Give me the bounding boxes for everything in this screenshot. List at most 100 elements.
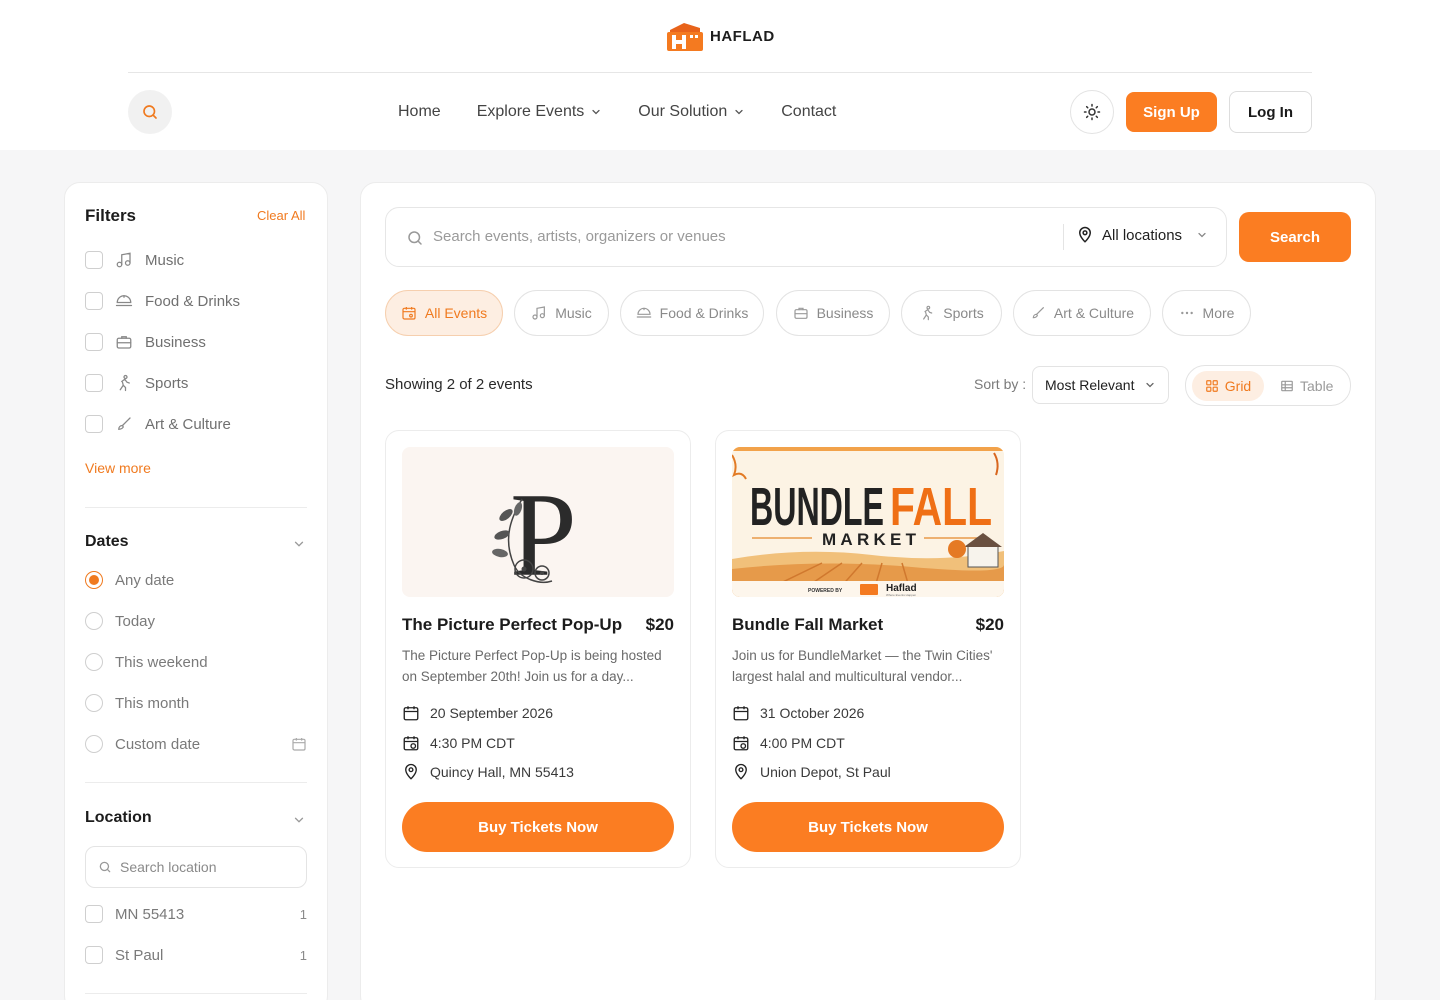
checkbox[interactable] xyxy=(85,333,103,351)
search-icon xyxy=(408,231,422,245)
event-time: 4:00 PM CDT xyxy=(732,734,845,752)
calendar-clock-icon xyxy=(733,736,749,751)
radio[interactable] xyxy=(85,653,103,671)
filter-category-sports[interactable]: Sports xyxy=(85,373,188,393)
date-option-weekend[interactable]: This weekend xyxy=(85,652,307,672)
event-image-text: FALL xyxy=(890,477,992,537)
date-option-today[interactable]: Today xyxy=(85,611,307,631)
filter-category-music[interactable]: Music xyxy=(85,250,184,270)
pill-sports[interactable]: Sports xyxy=(901,290,1002,336)
chevron-down-icon[interactable] xyxy=(292,537,306,551)
checkbox[interactable] xyxy=(85,415,103,433)
radio[interactable] xyxy=(85,694,103,712)
date-option-custom[interactable]: Custom date xyxy=(85,734,307,754)
nav-our-solution[interactable]: Our Solution xyxy=(638,103,745,121)
location-option[interactable]: MN 55413 1 xyxy=(85,904,307,924)
event-price: $20 xyxy=(645,615,674,634)
filter-category-business[interactable]: Business xyxy=(85,332,206,352)
clear-all-link[interactable]: Clear All xyxy=(257,208,305,223)
checkbox[interactable] xyxy=(85,905,103,923)
date-option-month[interactable]: This month xyxy=(85,693,307,713)
briefcase-icon xyxy=(793,307,808,319)
nav-contact[interactable]: Contact xyxy=(781,103,836,121)
sort-label: Sort by : xyxy=(974,376,1027,392)
running-icon xyxy=(923,305,933,321)
search-button[interactable]: Search xyxy=(1239,212,1351,262)
checkbox[interactable] xyxy=(85,292,103,310)
pill-art-culture[interactable]: Art & Culture xyxy=(1013,290,1151,336)
search-divider xyxy=(1063,224,1064,250)
pill-food-drinks[interactable]: Food & Drinks xyxy=(620,290,764,336)
pill-business[interactable]: Business xyxy=(776,290,890,336)
chevron-down-icon xyxy=(1146,382,1155,388)
sort-select[interactable]: Most Relevant xyxy=(1032,366,1169,404)
table-view-button[interactable]: Table xyxy=(1280,371,1333,401)
event-date: 31 October 2026 xyxy=(732,704,864,722)
chevron-down-icon[interactable] xyxy=(292,813,306,827)
section-divider xyxy=(85,993,307,994)
nav-home[interactable]: Home xyxy=(398,103,441,121)
haflad-logo-icon xyxy=(666,20,704,52)
event-venue: Union Depot, St Paul xyxy=(732,763,891,781)
filter-category-food-drinks[interactable]: Food & Drinks xyxy=(85,291,240,311)
sun-icon xyxy=(1083,103,1101,121)
event-search-input[interactable]: Search events, artists, organizers or ve… xyxy=(433,228,726,245)
event-image: BUNDLE FALL MARKET POWERED BY Haflad Whe… xyxy=(732,447,1004,597)
brush-icon xyxy=(118,417,131,430)
location-option[interactable]: St Paul 1 xyxy=(85,945,307,965)
buy-tickets-button[interactable]: Buy Tickets Now xyxy=(402,802,674,852)
calendar-icon xyxy=(733,706,749,721)
checkbox[interactable] xyxy=(85,251,103,269)
map-pin-icon xyxy=(405,763,417,780)
grid-view-button[interactable]: Grid xyxy=(1192,371,1264,401)
calendar-icon[interactable] xyxy=(291,736,307,752)
main-nav: Home Explore Events Our Solution Contact xyxy=(398,100,836,124)
view-toggle: Grid Table xyxy=(1185,365,1351,406)
view-more-link[interactable]: View more xyxy=(85,460,151,476)
radio[interactable] xyxy=(85,735,103,753)
date-option-any[interactable]: Any date xyxy=(85,570,307,590)
dates-title: Dates xyxy=(85,533,129,550)
event-title[interactable]: Bundle Fall Market xyxy=(732,615,883,635)
briefcase-icon xyxy=(116,336,132,349)
event-search-bar: Search events, artists, organizers or ve… xyxy=(385,207,1227,267)
music-note-icon xyxy=(116,252,131,268)
calendar-clock-icon xyxy=(403,736,419,751)
pill-all-events[interactable]: All Events xyxy=(385,290,503,336)
filter-category-art-culture[interactable]: Art & Culture xyxy=(85,414,231,434)
event-title[interactable]: The Picture Perfect Pop-Up xyxy=(402,615,622,635)
buy-tickets-button[interactable]: Buy Tickets Now xyxy=(732,802,1004,852)
radio[interactable] xyxy=(85,612,103,630)
brand-logo[interactable]: HAFLAD xyxy=(666,20,775,52)
header-search-button[interactable] xyxy=(128,90,172,134)
event-image-text: BUNDLE xyxy=(750,477,884,537)
location-count: 1 xyxy=(299,947,307,963)
event-card[interactable]: BUNDLE FALL MARKET POWERED BY Haflad Whe… xyxy=(715,430,1021,868)
calendar-icon xyxy=(403,706,419,721)
checkbox[interactable] xyxy=(85,946,103,964)
top-header: HAFLAD Home Explore Events Our Solution … xyxy=(0,0,1440,150)
pill-more[interactable]: More xyxy=(1162,290,1251,336)
event-venue: Quincy Hall, MN 55413 xyxy=(402,763,574,781)
location-count: 1 xyxy=(299,906,307,922)
chevron-down-icon xyxy=(735,109,743,115)
sign-up-button[interactable]: Sign Up xyxy=(1126,92,1217,132)
chevron-down-icon xyxy=(1198,232,1206,238)
food-icon xyxy=(636,307,651,318)
location-select[interactable]: All locations xyxy=(1076,226,1208,244)
event-date: 20 September 2026 xyxy=(402,704,553,722)
event-image-text: Where Events Happen xyxy=(886,593,917,597)
pill-music[interactable]: Music xyxy=(514,290,609,336)
more-dots-icon xyxy=(1180,311,1193,315)
chevron-down-icon xyxy=(592,109,600,115)
nav-explore-events[interactable]: Explore Events xyxy=(477,103,603,121)
filters-sidebar: Filters Clear All Music Food & Drinks Bu… xyxy=(64,182,328,1000)
checkbox[interactable] xyxy=(85,374,103,392)
event-card[interactable]: P The Picture Perfect Pop-Up $20 The Pic… xyxy=(385,430,691,868)
event-image: P xyxy=(402,447,674,597)
map-pin-icon xyxy=(735,763,747,780)
location-search-input[interactable]: Search location xyxy=(85,846,307,888)
log-in-button[interactable]: Log In xyxy=(1229,91,1312,133)
theme-toggle-button[interactable] xyxy=(1070,90,1114,134)
radio-selected[interactable] xyxy=(85,571,103,589)
